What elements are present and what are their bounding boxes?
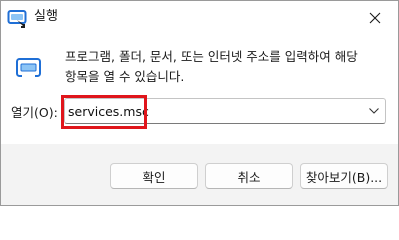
- browse-button[interactable]: 찾아보기(B)...: [300, 163, 388, 189]
- close-button[interactable]: [355, 1, 395, 35]
- open-field-label: 열기(O):: [11, 105, 58, 120]
- cancel-button[interactable]: 취소: [205, 163, 293, 189]
- close-icon: [369, 12, 381, 24]
- run-dialog-window: 실행 프로그램, 폴더, 문서, 또는 인터넷 주소를 입력하여 해당 항목을 …: [0, 0, 399, 206]
- window-title: 실행: [34, 9, 58, 24]
- dropdown-arrow-button[interactable]: [367, 105, 381, 117]
- run-app-icon: [7, 7, 29, 29]
- dialog-description: 프로그램, 폴더, 문서, 또는 인터넷 주소를 입력하여 해당 항목을 열 수…: [65, 49, 358, 84]
- ok-button[interactable]: 확인: [110, 163, 198, 189]
- run-dialog-icon: [16, 58, 42, 80]
- title-bar[interactable]: 실행: [1, 1, 398, 35]
- chevron-down-icon: [369, 108, 379, 114]
- red-highlight-box: [61, 95, 147, 129]
